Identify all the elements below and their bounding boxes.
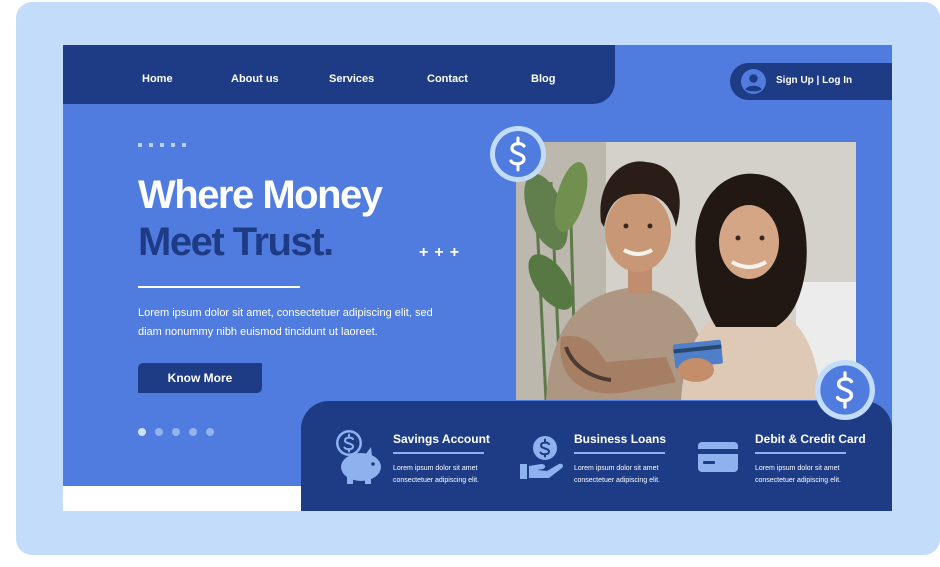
carousel-dot[interactable]	[189, 428, 197, 436]
credit-card-icon	[698, 442, 738, 472]
white-strip	[63, 486, 301, 511]
dollar-coin-icon	[490, 126, 546, 182]
hero-photo	[516, 142, 856, 400]
carousel-indicators	[138, 428, 214, 436]
carousel-dot[interactable]	[172, 428, 180, 436]
know-more-button[interactable]: Know More	[138, 363, 262, 393]
service-title-savings: Savings Account	[393, 432, 490, 446]
service-text-cards: Lorem ipsum dolor sit amet consectetuer …	[755, 465, 841, 484]
hero-divider	[138, 286, 300, 288]
dollar-coin-icon	[815, 360, 875, 420]
carousel-dot[interactable]	[206, 428, 214, 436]
carousel-dot[interactable]	[138, 428, 146, 436]
service-text-savings: Lorem ipsum dolor sit amet consectetuer …	[393, 465, 479, 484]
nav-home-link[interactable]: Home	[142, 73, 173, 85]
piggy-bank-icon	[336, 430, 381, 484]
auth-button[interactable]: Sign Up | Log In	[730, 63, 892, 100]
service-divider	[574, 452, 665, 454]
nav-services-link[interactable]: Services	[329, 73, 374, 85]
service-title-cards: Debit & Credit Card	[755, 432, 866, 446]
service-divider	[393, 452, 484, 454]
nav-blog-link[interactable]: Blog	[531, 73, 555, 85]
service-text-loans: Lorem ipsum dolor sit amet consectetuer …	[574, 465, 660, 484]
hero-title-line-2: Meet Trust.	[138, 220, 334, 264]
landing-page: Home About us Services Contact Blog Sign…	[63, 45, 892, 511]
main-nav: Home About us Services Contact Blog	[63, 45, 615, 104]
service-title-loans: Business Loans	[574, 432, 667, 446]
nav-contact-link[interactable]: Contact	[427, 73, 468, 85]
nav-about-link[interactable]: About us	[231, 73, 279, 85]
carousel-dot[interactable]	[155, 428, 163, 436]
hero-description: Lorem ipsum dolor sit amet, consectetuer…	[138, 307, 433, 338]
decorative-dots	[138, 143, 186, 147]
auth-label: Sign Up | Log In	[776, 75, 853, 86]
hero-title-line-1: Where Money	[138, 173, 383, 217]
service-divider	[755, 452, 846, 454]
services-panel: Savings Account Lorem ipsum dolor sit am…	[301, 401, 892, 511]
hand-coin-icon	[520, 436, 563, 479]
user-circle-icon	[741, 69, 766, 94]
plus-decoration: +++	[419, 244, 466, 261]
